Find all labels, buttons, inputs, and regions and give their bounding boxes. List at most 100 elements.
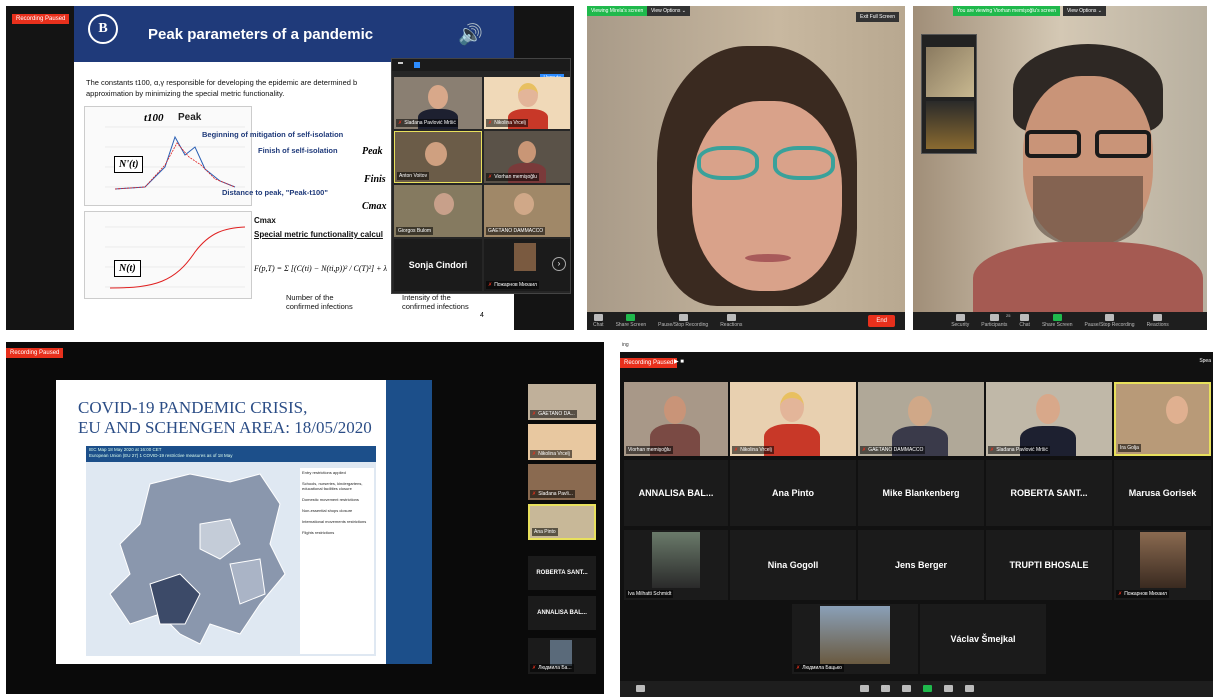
- chat-icon: [901, 685, 911, 692]
- share-icon: [1052, 314, 1062, 321]
- recording-paused-badge[interactable]: Recording Paused: [6, 348, 64, 358]
- name-label: Giorgos Bulom: [396, 227, 434, 235]
- legend-item: Schools, nurseries, kindergartens, educa…: [302, 481, 363, 491]
- thumb-1[interactable]: ✗ Nikolina Vrcelj: [484, 77, 570, 129]
- reactions-button[interactable]: [964, 685, 974, 693]
- video-button[interactable]: [636, 685, 645, 693]
- num-conf-line2: confirmed infections: [286, 302, 353, 311]
- chat-icon: [1020, 314, 1030, 321]
- gallery-tile-r3-4[interactable]: ✗ Пожарнов Михаил: [1114, 530, 1211, 600]
- next-page-icon[interactable]: ›: [552, 257, 566, 271]
- gallery-overlay[interactable]: Unmute ✗Slađana Pavlović Mršić ✗Nikolina…: [391, 58, 571, 294]
- thumb-5[interactable]: GAETANO DAMMACCO: [484, 185, 570, 237]
- map-header: IEC Map 18 May 2020 at 16:00 CET European…: [86, 446, 376, 462]
- gallery-tile-r2-2[interactable]: Mike Blankenberg: [858, 460, 984, 526]
- gallery-tile-r1-4[interactable]: Ira Golja: [1114, 382, 1211, 456]
- gallery-tile-r2-0[interactable]: ANNALISA BAL...: [624, 460, 728, 526]
- reaction-icon: [1153, 314, 1163, 321]
- participants-button[interactable]: Participants: [981, 314, 1007, 328]
- num-conf-line1: Number of the: [286, 293, 334, 302]
- slide-intro-2: approximation by minimizing the special …: [86, 89, 285, 98]
- gallery-tile-r2-1[interactable]: Ana Pinto: [730, 460, 856, 526]
- pause-icon[interactable]: ▶ ■: [674, 358, 684, 365]
- panel-gallery: ing Recording Paused ▶ ■ Spea Viorhan me…: [620, 342, 1213, 697]
- minimize-icon[interactable]: [398, 62, 403, 64]
- side-thumb-6[interactable]: ✗ Людмила Ба...: [528, 638, 596, 674]
- label-distance: Distance to peak, "Peak-t100": [222, 188, 328, 197]
- thumb-2[interactable]: Anton Voitov: [394, 131, 482, 183]
- pause-recording-button[interactable]: Pause/Stop Recording: [1085, 314, 1135, 328]
- name-label: ✗ Пожарнов Михаил: [486, 281, 539, 289]
- security-button[interactable]: Security: [951, 314, 969, 328]
- thumb-0[interactable]: ✗ Slađana Pavlović Mršić: [394, 77, 482, 129]
- gallery-tile-r1-1[interactable]: ✗ Nikolina Vrcelj: [730, 382, 856, 456]
- thumb-3[interactable]: ✗ Viorhan memişoğlu: [484, 131, 570, 183]
- share-screen-button[interactable]: Share Screen: [616, 314, 646, 328]
- speaker-view-button[interactable]: Spea: [1199, 358, 1211, 364]
- europe-map: [109, 473, 286, 645]
- slide-title: Peak parameters of a pandemic: [148, 26, 374, 43]
- chat-button[interactable]: [901, 685, 911, 693]
- side-thumb-2[interactable]: ✗ Slađana Pavli...: [528, 464, 596, 500]
- thumb-7[interactable]: ✗ Пожарнов Михаил ›: [484, 239, 570, 291]
- gallery-tile-r3-3[interactable]: TRUPTI BHOSALE: [986, 530, 1112, 600]
- panel-slide-covid: Recording Paused COVID-19 PANDEMIC CRISI…: [6, 342, 604, 694]
- meeting-toolbar: [620, 681, 1213, 697]
- gallery-tile-r4-1[interactable]: Václav Šmejkal: [920, 604, 1046, 674]
- side-thumb-0[interactable]: ✗ GAETANO DA...: [528, 384, 596, 420]
- pause-recording-button[interactable]: Pause/Stop Recording: [658, 314, 708, 328]
- view-options-button[interactable]: View Options ⌄: [647, 6, 690, 16]
- reactions-button[interactable]: Reactions: [1147, 314, 1169, 328]
- side-thumb-3[interactable]: Ana Pinto: [528, 504, 596, 540]
- exit-fullscreen-button[interactable]: Exit Full Screen: [855, 12, 899, 22]
- label-nt2: N(t): [114, 260, 141, 277]
- face: [1036, 394, 1060, 424]
- map-legend: Entry restrictions applied Schools, nurs…: [300, 468, 374, 654]
- chat-button[interactable]: Chat: [593, 314, 604, 328]
- pause-recording-button[interactable]: [943, 685, 953, 693]
- intens-line2: confirmed infections: [402, 302, 469, 311]
- avatar: [514, 243, 536, 271]
- face: [428, 85, 448, 109]
- recording-paused-badge[interactable]: Recording Paused: [620, 358, 678, 368]
- recording-paused-badge[interactable]: Recording Paused: [12, 14, 70, 24]
- share-screen-button[interactable]: [922, 685, 932, 693]
- gallery-tile-r3-2[interactable]: Jens Berger: [858, 530, 984, 600]
- chat-button[interactable]: Chat: [1019, 314, 1030, 328]
- pause-icon: [678, 314, 688, 321]
- thumb-6[interactable]: Sonja Cindori: [394, 239, 482, 291]
- thumb-name: Sonja Cindori: [408, 260, 468, 270]
- gallery-tile-r2-4[interactable]: Marusa Gorisek: [1114, 460, 1211, 526]
- chat-icon: [593, 314, 603, 321]
- layout-icon[interactable]: [414, 62, 420, 68]
- gallery-tile-r1-0[interactable]: Viorhan memişoğlu: [624, 382, 728, 456]
- legend-item: Non-essential shops closure: [302, 508, 353, 513]
- gallery-tile-r1-2[interactable]: ✗ GAETANO DAMMACCO: [858, 382, 984, 456]
- gallery-tile-r2-3[interactable]: ROBERTA SANT...: [986, 460, 1112, 526]
- panel-video-mirela: Viewing Mirela's screen View Options ⌄ E…: [587, 6, 905, 330]
- share-screen-button[interactable]: Share Screen: [1042, 314, 1073, 328]
- side-thumb-1[interactable]: ✗ Nikolina Vrcelj: [528, 424, 596, 460]
- side-thumb-4[interactable]: ROBERTA SANT...: [528, 556, 596, 590]
- avatar: [652, 532, 700, 588]
- security-button[interactable]: [859, 685, 869, 693]
- thumb-4[interactable]: Giorgos Bulom: [394, 185, 482, 237]
- face: [518, 83, 538, 107]
- share-icon: [922, 685, 932, 692]
- side-thumb-5[interactable]: ANNALISA BAL...: [528, 596, 596, 630]
- mic-muted-icon: ✗: [398, 120, 403, 126]
- university-logo: B: [88, 14, 118, 44]
- name-label: ✗ Slađana Pavlović Mršić: [988, 446, 1050, 454]
- shared-screen-thumb[interactable]: [921, 34, 977, 154]
- name-label: GAETANO DAMMACCO: [486, 227, 546, 235]
- name-label: ✗ Nikolina Vrcelj: [732, 446, 774, 454]
- reactions-button[interactable]: Reactions: [720, 314, 742, 328]
- gallery-tile-r1-3[interactable]: ✗ Slađana Pavlović Mršić: [986, 382, 1112, 456]
- end-button[interactable]: End: [868, 315, 895, 327]
- label-peak: Peak: [178, 112, 202, 123]
- pause-icon: [1105, 314, 1115, 321]
- gallery-tile-r3-0[interactable]: Iva Milhatti Schmidt: [624, 530, 728, 600]
- gallery-tile-r3-1[interactable]: Nina Gogoll: [730, 530, 856, 600]
- view-options-button[interactable]: View Options ⌄: [1063, 6, 1106, 16]
- gallery-tile-r4-0[interactable]: ✗ Людмила Бацько: [792, 604, 918, 674]
